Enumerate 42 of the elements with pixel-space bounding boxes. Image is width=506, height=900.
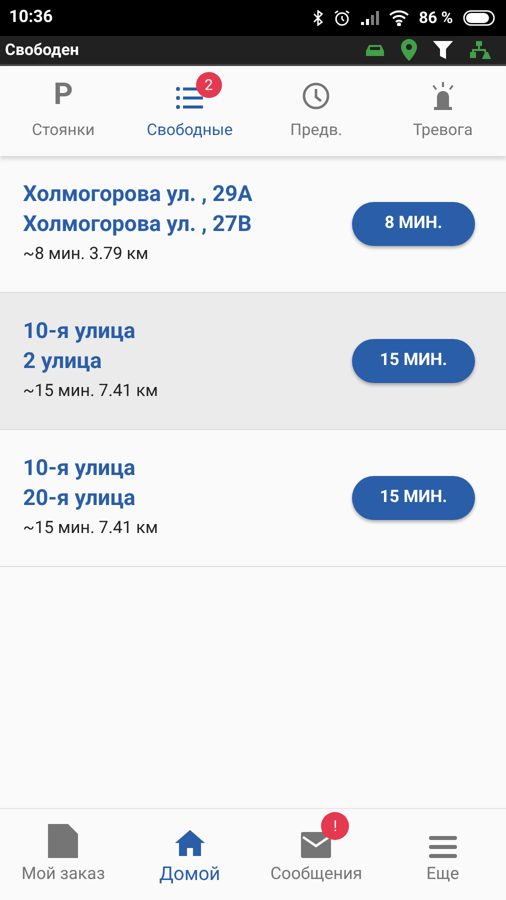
order-row[interactable]: 10-я улица 2 улица ~15 мин. 7.41 км 15 МИН.	[0, 293, 506, 430]
status-time: 10:36	[9, 6, 53, 30]
nav-item[interactable]: Еще	[380, 809, 506, 900]
pickup-address: Холмогорова ул. , 29А	[23, 181, 254, 210]
signal-icon	[360, 11, 379, 25]
battery-percent: 86 %	[418, 7, 453, 29]
pickup-address: 10-я улица	[23, 455, 136, 484]
time-button[interactable]: 8 МИН.	[352, 202, 475, 246]
battery-icon	[463, 10, 497, 26]
time-button[interactable]: 15 МИН.	[352, 339, 475, 383]
alarm-clock-icon	[332, 9, 351, 27]
car-icon[interactable]	[365, 43, 385, 57]
alert-badge: !	[321, 812, 350, 840]
envelope-icon	[301, 832, 332, 858]
trip-info: ~8 мин. 3.79 км	[23, 243, 150, 266]
menu-icon	[428, 836, 457, 858]
nav-item[interactable]: Домой	[126, 809, 253, 900]
pickup-address: 10-я улица	[23, 318, 136, 346]
filter-icon[interactable]	[433, 41, 453, 59]
wifi-icon	[388, 10, 409, 26]
header-title: Свободен	[5, 39, 79, 61]
destination-address: 20-я улица	[23, 485, 136, 514]
document-icon	[48, 824, 78, 858]
destination-address: 2 улица	[23, 348, 103, 376]
trip-info: ~15 мин. 7.41 км	[23, 517, 159, 540]
home-icon	[174, 830, 205, 856]
nav-item[interactable]: Мой заказ	[0, 809, 126, 900]
time-button[interactable]: 15 МИН.	[352, 476, 475, 520]
list-icon	[176, 86, 204, 110]
location-pin-icon[interactable]	[401, 39, 417, 61]
trip-info: ~15 мин. 7.41 км	[23, 380, 159, 404]
tab[interactable]: Тревога	[380, 66, 506, 156]
nav-item[interactable]: ! Сообщения	[253, 809, 380, 900]
hierarchy-icon[interactable]	[469, 41, 491, 59]
parking-icon: P	[54, 80, 73, 110]
tab[interactable]: Предв.	[253, 66, 380, 156]
bluetooth-icon	[312, 10, 323, 26]
destination-address: Холмогорова ул. , 27В	[23, 211, 253, 240]
tab[interactable]: P Стоянки	[0, 66, 126, 156]
count-badge: 2	[196, 72, 222, 98]
tab[interactable]: 2 Свободные	[126, 66, 253, 156]
clock-icon	[302, 82, 330, 110]
